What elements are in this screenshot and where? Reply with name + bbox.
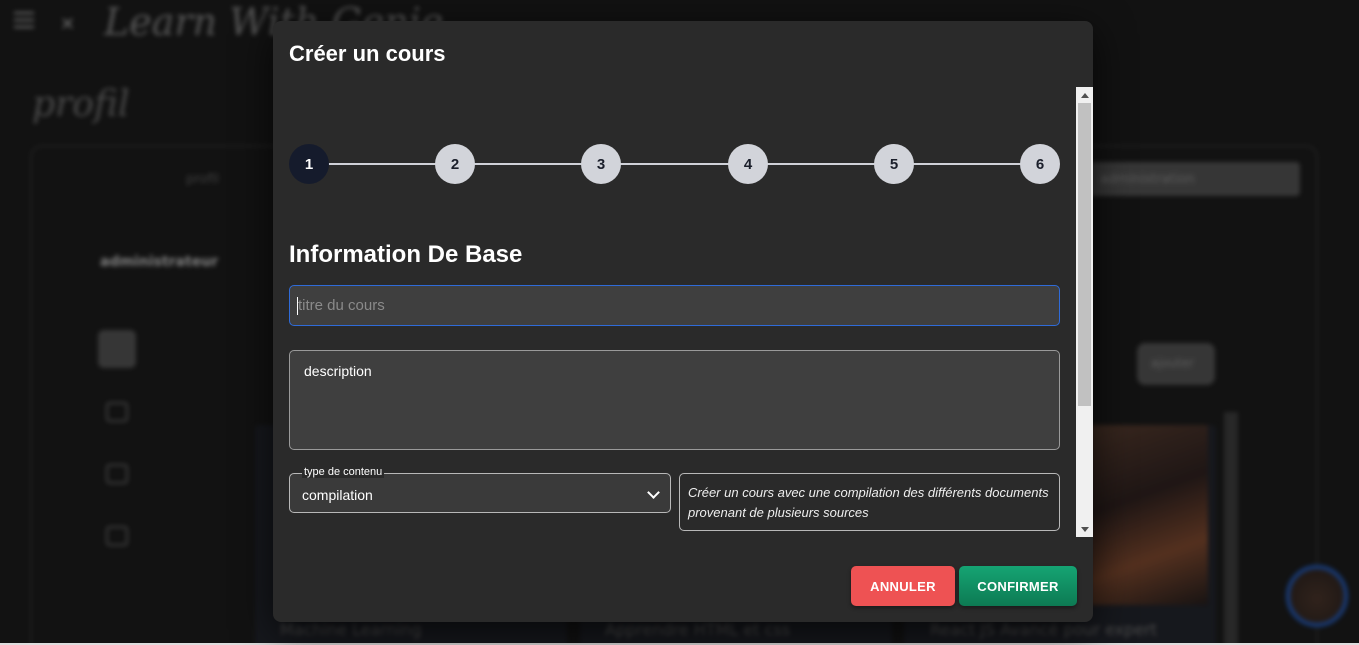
stepper-line: [309, 163, 1040, 165]
scroll-down-arrow-icon[interactable]: [1076, 521, 1093, 537]
step-3[interactable]: 3: [581, 144, 621, 184]
tab-administration[interactable]: administration: [1088, 162, 1300, 196]
chat-avatar[interactable]: [1286, 565, 1348, 627]
content-type-select[interactable]: type de contenu compilation: [289, 466, 671, 513]
sidebar-item-videos-icon[interactable]: [106, 464, 128, 484]
scrollbar-thumb[interactable]: [1078, 103, 1091, 406]
chevron-down-icon: [647, 486, 660, 499]
sidebar-item-documents-icon[interactable]: [106, 526, 128, 546]
content-type-label: type de contenu: [302, 466, 385, 478]
dialog-title: Créer un cours: [289, 41, 446, 66]
add-button[interactable]: ajouter: [1137, 343, 1215, 385]
step-2[interactable]: 2: [435, 144, 475, 184]
content-type-value: compilation: [302, 487, 373, 503]
confirm-button[interactable]: CONFIRMER: [959, 566, 1077, 606]
step-5[interactable]: 5: [874, 144, 914, 184]
close-icon[interactable]: ✕: [60, 14, 75, 35]
description-placeholder: description: [304, 363, 372, 379]
course-card-title: Apprendre HTML et css: [605, 620, 791, 639]
hamburger-menu-icon[interactable]: [14, 12, 34, 30]
sidebar-item-home[interactable]: [98, 330, 136, 368]
dialog-content[interactable]: 1 2 3 4 5 6 Information De Base descript…: [273, 87, 1093, 537]
list-scrollbar[interactable]: [1224, 412, 1238, 645]
stepper: 1 2 3 4 5 6: [289, 144, 1060, 184]
create-course-dialog: Créer un cours 1 2 3 4 5 6 Information D…: [273, 21, 1093, 622]
course-title-input[interactable]: [289, 285, 1060, 326]
description-field[interactable]: description: [289, 350, 1060, 450]
user-role-label: administrateur: [100, 254, 219, 270]
course-card-title: Machine Learning: [280, 620, 422, 639]
course-card-image: [1090, 425, 1208, 605]
cancel-button[interactable]: ANNULER: [851, 566, 955, 606]
step-6[interactable]: 6: [1020, 144, 1060, 184]
scroll-up-arrow-icon[interactable]: [1076, 87, 1093, 103]
text-cursor: [297, 297, 298, 315]
content-type-description: Créer un cours avec une compilation des …: [679, 473, 1060, 531]
sidebar-item-courses-icon[interactable]: [106, 402, 128, 422]
section-title: Information De Base: [289, 241, 523, 268]
step-4[interactable]: 4: [728, 144, 768, 184]
course-card-title: React JS Avancé pour expert: [930, 620, 1157, 639]
dialog-scrollbar[interactable]: [1076, 87, 1093, 537]
step-1[interactable]: 1: [289, 144, 329, 184]
tab-profil[interactable]: profil: [186, 172, 219, 187]
page-title: profil: [32, 84, 130, 125]
